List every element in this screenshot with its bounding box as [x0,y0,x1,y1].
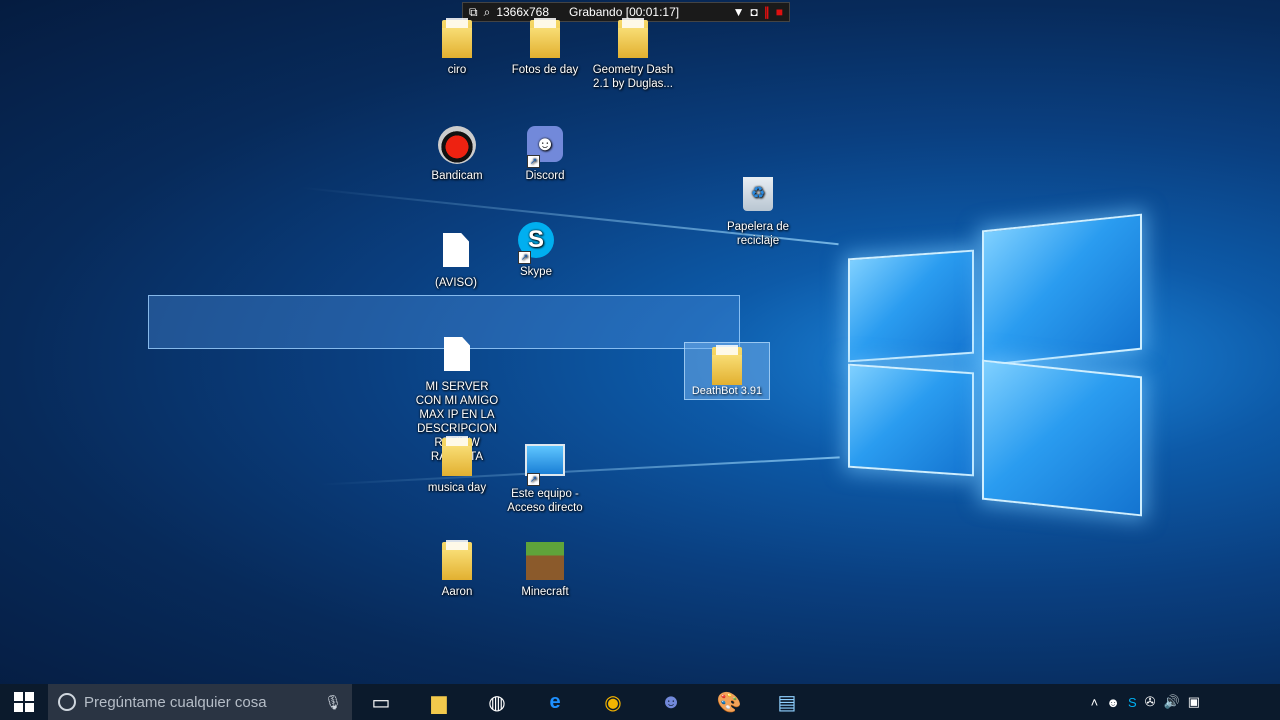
desktop-icon-aaron[interactable]: Aaron [412,540,502,599]
zoom-icon[interactable]: ⌕ [484,5,491,20]
recording-resolution: 1366x768 [496,5,550,19]
folder-icon [442,18,472,58]
task-view-button[interactable]: ▭ [352,684,410,720]
app-icon: ◍ [488,691,506,714]
desktop-icon-label: Minecraft [521,586,569,598]
network-icon[interactable]: ▣ [1188,694,1200,710]
minecraft-icon [526,542,564,580]
folder-icon [618,18,648,58]
search-box[interactable]: Pregúntame cualquier cosa 🎙 [48,684,352,720]
taskbar-internet-explorer[interactable]: e [526,684,584,720]
taskbar: Pregúntame cualquier cosa 🎙 ▭ ▆ ◍ e ◉ ☻ … [0,684,1280,720]
stop-icon[interactable]: ■ [776,5,783,19]
chrome-icon: ◉ [604,691,622,714]
taskbar-explorer[interactable]: ▆ [410,684,468,720]
recording-status: Grabando [00:01:17] [569,5,680,19]
internet-explorer-icon: e [549,690,561,713]
camera-icon[interactable]: ◘ [751,5,758,19]
folder-icon [712,345,742,385]
search-placeholder: Pregúntame cualquier cosa [84,693,267,711]
taskbar-chrome[interactable]: ◉ [584,684,642,720]
dropdown-icon[interactable]: ▼ [733,5,745,19]
volume-icon[interactable]: 🔊 [1164,694,1180,710]
desktop-icon-label: Geometry Dash 2.1 by Duglas... [592,64,674,90]
desktop-icon-label: Este equipo - Acceso directo [507,488,583,514]
desktop-icon-skype[interactable]: S ↗ Skype [491,222,581,279]
recycle-bin-icon: ♻ [743,177,773,211]
system-tray: ˄ ☻ S ✇ 🔊 ▣ [1091,694,1280,710]
shortcut-arrow-icon: ↗ [527,155,540,168]
folder-icon [442,436,472,476]
desktop-icon-ciro[interactable]: ciro [412,18,502,77]
wallpaper-windows-logo [840,210,1150,520]
cortana-icon [58,693,76,711]
desktop-icon-label: musica day [427,482,487,494]
bandicam-icon [438,126,476,164]
desktop-icon-label: Bandicam [431,170,483,182]
taskbar-control-panel[interactable]: ▤ [758,684,816,720]
discord-tray-icon[interactable]: ☻ [1106,695,1120,710]
desktop-icon-geometry-dash[interactable]: Geometry Dash 2.1 by Duglas... [588,18,678,91]
desktop-icon-label: Aaron [441,586,473,598]
dragging-folder-deathbot[interactable]: DeathBot 3.91 [684,342,770,400]
desktop-icon-minecraft[interactable]: Minecraft [500,542,590,599]
start-button[interactable] [0,684,48,720]
skype-tray-icon[interactable]: S [1128,695,1137,710]
desktop-icon-label: (AVISO) [435,277,477,289]
desktop-icon-recycle-bin[interactable]: ♻ Papelera de reciclaje [713,174,803,248]
windows-icon [14,692,34,712]
file-explorer-icon: ▆ [431,691,447,714]
desktop-icon-bandicam[interactable]: Bandicam [412,126,502,183]
document-icon [444,337,470,371]
computer-icon [525,444,565,476]
chevron-up-icon[interactable]: ˄ [1091,695,1099,710]
control-panel-icon: ▤ [777,691,797,714]
task-view-icon: ▭ [371,691,391,714]
desktop-icon-musica-day[interactable]: musica day [412,436,502,495]
discord-icon: ☻ [660,690,682,713]
microphone-icon[interactable]: 🎙 [324,694,342,711]
desktop-icon-este-equipo[interactable]: ↗ Este equipo - Acceso directo [500,438,590,515]
document-icon [443,233,469,267]
shortcut-arrow-icon: ↗ [527,473,540,486]
taskbar-discord[interactable]: ☻ [642,684,700,720]
taskbar-paint[interactable]: 🎨 [700,684,758,720]
pause-icon[interactable]: ∥ [764,5,770,19]
desktop-icon-fotos-de-day[interactable]: Fotos de day [500,18,590,77]
folder-icon [530,18,560,58]
desktop-icon-label: ciro [447,64,467,76]
desktop-icon-label: Skype [520,266,552,278]
desktop-icon-label: Discord [525,170,565,182]
desktop-icon-label: Fotos de day [511,64,579,76]
desktop-icon-aviso[interactable]: (AVISO) [411,230,501,290]
desktop-icon-discord[interactable]: ☻ ↗ Discord [500,126,590,183]
dragging-label: DeathBot 3.91 [691,385,763,397]
settings-tray-icon[interactable]: ✇ [1145,694,1156,710]
paint-icon: 🎨 [716,691,742,714]
taskbar-app[interactable]: ◍ [468,684,526,720]
folder-icon [442,540,472,580]
window-icon[interactable]: ⧉ [469,5,478,20]
desktop-icon-label: Papelera de reciclaje [726,221,790,247]
shortcut-arrow-icon: ↗ [518,251,531,264]
